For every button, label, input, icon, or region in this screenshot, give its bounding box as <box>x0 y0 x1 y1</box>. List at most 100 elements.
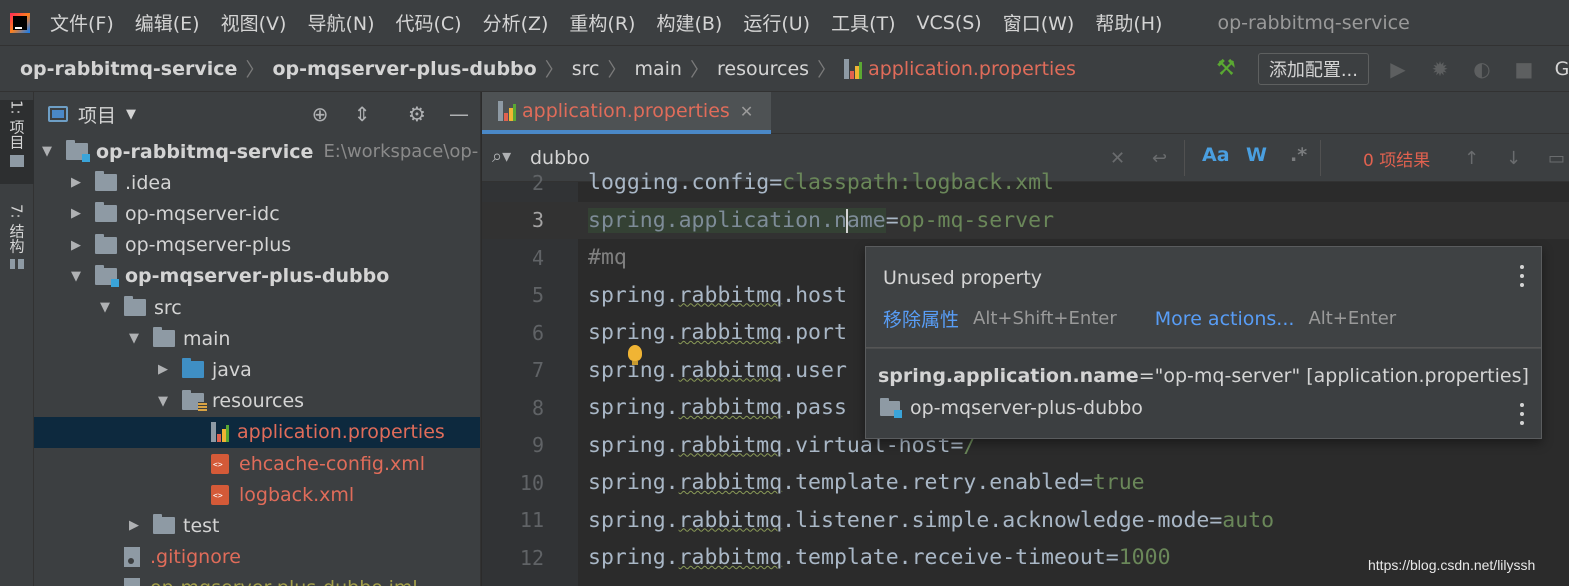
chevron-right-icon[interactable]: ▶ <box>69 238 83 253</box>
tree-item-label: op-mqserver-plus <box>125 234 292 257</box>
breadcrumb-main[interactable]: main <box>634 58 681 80</box>
run-icon[interactable]: ▶ <box>1387 57 1409 81</box>
menu-build[interactable]: 构建(B) <box>656 9 722 36</box>
code-line[interactable]: 10 spring.rabbitmq.template.retry.enabled… <box>482 464 1569 501</box>
chevron-right-icon[interactable]: ▶ <box>156 362 170 377</box>
menu-file[interactable]: 文件(F) <box>50 9 114 36</box>
more-actions-shortcut: Alt+Enter <box>1308 308 1397 329</box>
close-icon[interactable]: ✕ <box>740 102 753 121</box>
toolbar-cut-label[interactable]: G <box>1555 58 1569 80</box>
editor-tab-label: application.properties <box>522 100 730 122</box>
structure-tool-tab[interactable]: 7: 结构 <box>0 204 34 294</box>
property-value: auto <box>1222 507 1275 533</box>
menu-run[interactable]: 运行(U) <box>743 9 810 36</box>
hide-panel-icon[interactable]: — <box>447 102 471 126</box>
property-key-typo: rabbitmq <box>678 545 783 570</box>
line-number: 10 <box>519 470 544 495</box>
breadcrumb-project[interactable]: op-rabbitmq-service <box>20 58 237 80</box>
tree-item[interactable]: ▼ op-mqserver-plus-dubbo <box>34 261 480 292</box>
menu-tools[interactable]: 工具(T) <box>831 9 895 36</box>
watermark: https://blog.csdn.net/lilyssh <box>1368 557 1536 573</box>
menu-view[interactable]: 视图(V) <box>221 9 287 36</box>
editor-tab-application-properties[interactable]: application.properties ✕ <box>482 92 772 134</box>
chevron-right-icon[interactable]: ▶ <box>69 175 83 190</box>
gear-icon[interactable]: ⚙ <box>405 102 429 126</box>
more-actions-link[interactable]: More actions... <box>1155 308 1295 330</box>
locate-crosshair-icon[interactable]: ⊕ <box>308 102 332 126</box>
property-key-suffix: .user <box>782 357 847 383</box>
chevron-down-icon[interactable]: ▼ <box>98 300 112 315</box>
tree-item[interactable]: ▼ op-rabbitmq-service E:\workspace\op- <box>34 136 480 167</box>
chevron-down-icon[interactable]: ▼ <box>156 394 170 409</box>
equals-sign: = <box>1105 545 1119 570</box>
tree-item[interactable]: ▶ test <box>34 510 480 541</box>
breadcrumb-separator-icon: 〉 <box>544 59 564 81</box>
project-tool-tab[interactable]: 1: 项目 <box>0 100 34 184</box>
tree-item[interactable]: ▶ op-mqserver-idc <box>34 198 480 229</box>
tree-item[interactable]: ▼ resources <box>34 386 480 417</box>
menu-analyze[interactable]: 分析(Z) <box>483 9 549 36</box>
build-hammer-icon[interactable]: ⚒ <box>1216 56 1236 81</box>
tree-item[interactable]: ▶ java <box>34 354 480 385</box>
menu-help[interactable]: 帮助(H) <box>1095 9 1162 36</box>
chevron-right-icon[interactable]: ▶ <box>127 518 141 533</box>
coverage-icon[interactable]: ◐ <box>1471 57 1493 81</box>
tree-item[interactable]: ▶ .idea <box>34 167 480 198</box>
project-panel-title[interactable]: 项目 <box>78 101 116 128</box>
chevron-down-icon[interactable]: ▼ <box>127 331 141 346</box>
tree-item[interactable]: ▶logback.xml <box>34 479 480 510</box>
tree-item-label: op-rabbitmq-service <box>96 140 314 163</box>
code-text: spring.rabbitmq.user <box>588 358 847 383</box>
breadcrumb-resources[interactable]: resources <box>717 58 809 80</box>
menu-code[interactable]: 代码(C) <box>395 9 461 36</box>
breadcrumb-file[interactable]: application.properties <box>868 58 1076 80</box>
debug-icon[interactable]: ✹ <box>1429 57 1451 81</box>
breadcrumb-src[interactable]: src <box>572 58 600 80</box>
breadcrumb-module[interactable]: op-mqserver-plus-dubbo <box>272 58 536 80</box>
stop-icon[interactable]: ■ <box>1513 57 1535 81</box>
property-doc-key: spring.application.name <box>878 365 1139 387</box>
code-line[interactable]: 3 spring.application.name=op-mq-server <box>482 201 1569 239</box>
property-module-label[interactable]: op-mqserver-plus-dubbo <box>910 397 1143 419</box>
tree-item[interactable]: ▶op-mqserver-plus-dubbo.iml <box>34 573 480 586</box>
menu-window[interactable]: 窗口(W) <box>1003 9 1075 36</box>
tree-item[interactable]: ▶ehcache-config.xml <box>34 448 480 479</box>
collapse-all-icon[interactable]: ⇕ <box>350 102 374 126</box>
remove-property-link[interactable]: 移除属性 <box>883 305 959 332</box>
property-key-suffix: .listener.simple.acknowledge-mode <box>782 507 1210 533</box>
tree-item[interactable]: ▶ op-mqserver-plus <box>34 230 480 261</box>
menu-navigate[interactable]: 导航(N) <box>307 9 374 36</box>
window-title: op-rabbitmq-service <box>1217 11 1410 34</box>
menu-refactor[interactable]: 重构(R) <box>569 9 635 36</box>
code-text: logging.config=classpath:logback.xml <box>588 170 1054 195</box>
menu-vcs[interactable]: VCS(S) <box>917 12 982 34</box>
whole-words-toggle[interactable]: W <box>1246 144 1267 166</box>
code-text: spring.rabbitmq.template.retry.enabled=t… <box>588 470 1145 495</box>
code-line[interactable]: 2 logging.config=classpath:logback.xml <box>482 164 1569 201</box>
property-key-part: spring.application.n <box>588 207 847 233</box>
menu-edit[interactable]: 编辑(E) <box>135 9 200 36</box>
lightbulb-icon[interactable] <box>628 345 642 365</box>
unused-property-key: spring.application.name <box>588 207 886 233</box>
chevron-down-icon[interactable]: ▼ <box>40 144 54 159</box>
chevron-right-icon[interactable]: ▶ <box>69 206 83 221</box>
regex-toggle[interactable]: .* <box>1290 144 1307 166</box>
properties-file-icon <box>211 422 229 443</box>
add-configuration-button[interactable]: 添加配置... <box>1257 52 1369 85</box>
property-key-prefix: spring. <box>588 545 679 570</box>
tree-item[interactable]: ▶.gitignore <box>34 542 480 573</box>
tree-item[interactable]: ▼ main <box>34 323 480 354</box>
tree-item[interactable]: ▼ src <box>34 292 480 323</box>
more-vertical-icon[interactable] <box>1519 403 1525 425</box>
tree-item-label: logback.xml <box>239 483 355 506</box>
match-case-toggle[interactable]: Aa <box>1202 144 1230 166</box>
chevron-down-icon[interactable]: ▼ <box>69 269 83 284</box>
property-key: logging.config <box>588 170 770 195</box>
tree-item[interactable]: ▶application.properties <box>34 416 480 448</box>
chevron-down-icon[interactable]: ▼ <box>126 107 136 122</box>
property-key-prefix: spring. <box>588 507 679 533</box>
property-key-typo: rabbitmq <box>678 507 783 533</box>
more-vertical-icon[interactable] <box>1519 265 1525 287</box>
code-line[interactable]: 11 spring.rabbitmq.listener.simple.acknow… <box>482 502 1569 539</box>
project-folder-icon <box>10 155 24 168</box>
